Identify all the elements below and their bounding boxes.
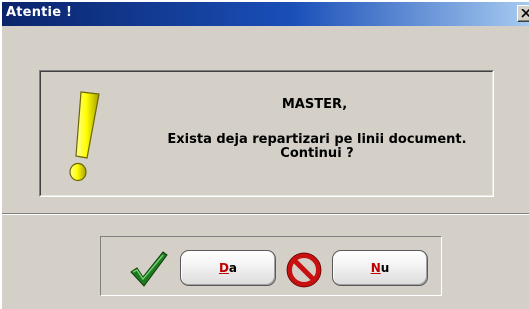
window-title: Atentie !	[6, 5, 73, 20]
exclamation-icon	[69, 91, 100, 182]
no-button[interactable]: Nu	[332, 250, 428, 286]
close-button[interactable]	[517, 5, 529, 22]
yes-button-hotkey: D	[218, 261, 229, 275]
title-bar[interactable]: Atentie !	[2, 2, 529, 26]
separator	[2, 213, 529, 215]
message-text-line1: Exista deja repartizari pe linii documen…	[167, 132, 467, 147]
message-text-line2: Continui ?	[280, 146, 354, 161]
dialog-window: Atentie ! MASTER, Exista deja repartizar…	[0, 0, 529, 309]
close-icon	[521, 9, 529, 18]
stop-icon	[286, 252, 322, 288]
checkmark-icon	[130, 251, 168, 287]
no-button-hotkey: N	[370, 261, 381, 275]
message-title: MASTER,	[281, 97, 348, 112]
yes-button[interactable]: Da	[180, 250, 276, 286]
no-button-label: u	[380, 261, 390, 275]
yes-button-label: a	[228, 261, 238, 275]
